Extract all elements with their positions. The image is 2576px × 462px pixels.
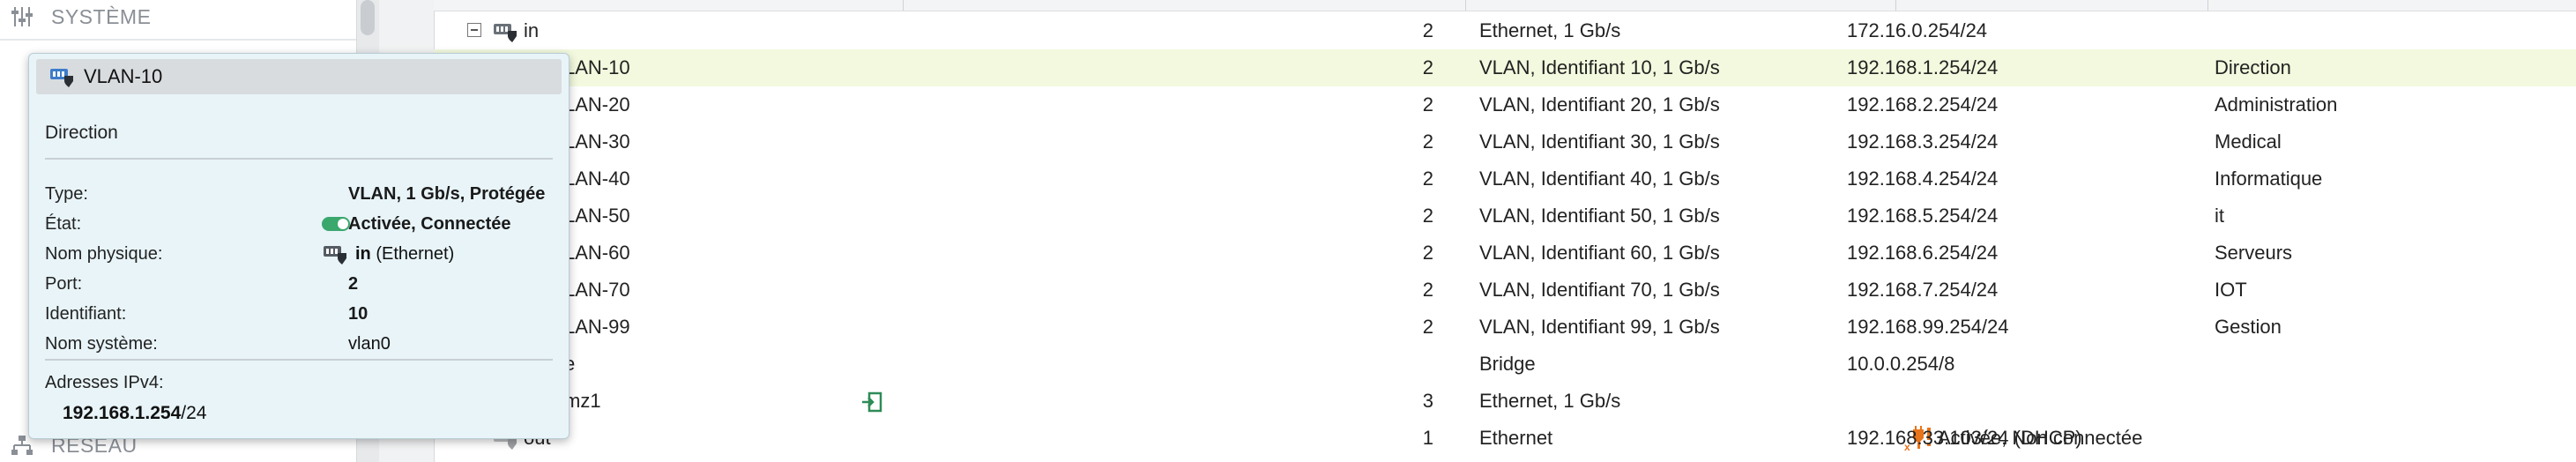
divider xyxy=(45,158,553,160)
interface-type: Bridge xyxy=(1479,353,1536,375)
interface-name: in xyxy=(524,19,540,41)
interface-ipv4: 192.168.6.254/24 xyxy=(1847,242,1999,264)
interface-port: 3 xyxy=(1422,390,1433,412)
tooltip-title: VLAN-10 xyxy=(84,65,163,87)
tooltip-type: Type: VLAN, 1 Gb/s, Protégée xyxy=(45,184,546,204)
interface-ipv4: 192.168.1.254/24 xyxy=(1847,56,1999,78)
interface-type: VLAN, Identifiant 50, 1 Gb/s xyxy=(1479,205,1720,227)
table-row[interactable]: LAN-70 2 VLAN, Identifiant 70, 1 Gb/s 192.1… xyxy=(434,272,2576,309)
interface-name: LAN-30 xyxy=(564,130,630,153)
interface-ipv4: 192.168.7.254/24 xyxy=(1847,279,1999,301)
interface-port: 2 xyxy=(1422,242,1433,264)
interface-comment: Informatique xyxy=(2215,168,2323,190)
interface-type: VLAN, Identifiant 10, 1 Gb/s xyxy=(1479,56,1720,78)
table-row[interactable]: LAN-30 2 VLAN, Identifiant 30, 1 Gb/s 192.1… xyxy=(434,123,2576,160)
vlan-icon xyxy=(50,69,73,87)
interface-type: Ethernet, 1 Gb/s xyxy=(1479,390,1621,412)
interface-ipv4: 192.168.33.103/24 (DHCP) xyxy=(1847,427,2082,449)
table-row[interactable]: LAN-20 2 VLAN, Identifiant 20, 1 Gb/s 192.1… xyxy=(434,86,2576,123)
interface-type: Ethernet, 1 Gb/s xyxy=(1479,19,1621,41)
divider xyxy=(0,39,356,41)
interface-type: VLAN, Identifiant 60, 1 Gb/s xyxy=(1479,242,1720,264)
interface-type: VLAN, Identifiant 70, 1 Gb/s xyxy=(1479,279,1720,301)
table-row[interactable]: LAN-60 2 VLAN, Identifiant 60, 1 Gb/s 192.1… xyxy=(434,235,2576,272)
column-separator[interactable] xyxy=(903,0,904,11)
interface-name: LAN-20 xyxy=(564,93,630,116)
tooltip-physical-name: Nom physique: in (Ethernet) xyxy=(45,244,455,265)
divider xyxy=(45,359,553,361)
interface-port: 2 xyxy=(1422,19,1433,41)
table-row[interactable]: LAN-10 2 VLAN, Identifiant 10, 1 Gb/s 192.1… xyxy=(434,49,2576,86)
interface-comment: Medical xyxy=(2215,130,2282,153)
table-row[interactable]: LAN-50 2 VLAN, Identifiant 50, 1 Gb/s 192.1… xyxy=(434,197,2576,235)
interface-name: mz1 xyxy=(564,390,601,412)
interface-name: LAN-70 xyxy=(564,279,630,301)
table-row[interactable]: LAN-40 2 VLAN, Identifiant 40, 1 Gb/s 192.1… xyxy=(434,160,2576,197)
tooltip-description: Direction xyxy=(45,123,118,143)
interface-comment: Direction xyxy=(2215,56,2291,78)
sliders-icon xyxy=(11,7,33,26)
interface-type: VLAN, Identifiant 30, 1 Gb/s xyxy=(1479,130,1720,153)
collapse-toggle-icon[interactable] xyxy=(467,23,481,37)
table-row[interactable]: in 2 Ethernet, 1 Gb/s 172.16.0.254/24 xyxy=(434,12,2576,49)
interface-name: LAN-10 xyxy=(564,56,630,78)
interface-ipv4: 172.16.0.254/24 xyxy=(1847,19,1988,41)
link-in-icon xyxy=(860,383,883,420)
toggle-on-icon xyxy=(322,217,350,231)
interface-name: LAN-50 xyxy=(564,205,630,227)
interface-port: 2 xyxy=(1422,130,1433,153)
interface-name: LAN-40 xyxy=(564,168,630,190)
interface-ipv4: 192.168.5.254/24 xyxy=(1847,205,1999,227)
tooltip-ipv4-label: Adresses IPv4: xyxy=(45,373,164,392)
interface-ipv4: 10.0.0.254/8 xyxy=(1847,353,1955,375)
sidebar-item-systeme[interactable]: SYSTÈME xyxy=(11,0,151,34)
interface-comment: Gestion xyxy=(2215,316,2282,338)
interface-comment: IOT xyxy=(2215,279,2247,301)
interface-port: 2 xyxy=(1422,168,1433,190)
interfaces-grid: in 2 Ethernet, 1 Gb/s 172.16.0.254/24 LAN-10… xyxy=(434,0,2576,462)
interface-ipv4: 192.168.99.254/24 xyxy=(1847,316,2009,338)
interface-name: LAN-99 xyxy=(564,316,630,338)
interface-port: 2 xyxy=(1422,279,1433,301)
tooltip-header: VLAN-10 xyxy=(36,59,562,94)
table-row[interactable]: LAN-99 2 VLAN, Identifiant 99, 1 Gb/s 192.1… xyxy=(434,309,2576,346)
interface-name: LAN-60 xyxy=(564,242,630,264)
table-row[interactable]: out1EthernetxActivée, Non connectée192.1… xyxy=(434,420,2576,457)
grid-header xyxy=(434,0,2576,11)
interface-port: 1 xyxy=(1422,427,1433,449)
interface-port: 2 xyxy=(1422,56,1433,78)
tooltip-identifier: Identifiant: 10 xyxy=(45,304,369,324)
interface-ipv4: 192.168.2.254/24 xyxy=(1847,93,1999,116)
tooltip-system-name: Nom système: vlan0 xyxy=(45,334,391,354)
column-separator[interactable] xyxy=(1895,0,1896,11)
column-separator[interactable] xyxy=(2207,0,2208,11)
tooltip-port: Port: 2 xyxy=(45,274,359,294)
interface-port: 2 xyxy=(1422,93,1433,116)
ethernet-protected-icon xyxy=(324,246,346,265)
interface-ipv4: 192.168.4.254/24 xyxy=(1847,168,1999,190)
interface-comment: Serveurs xyxy=(2215,242,2293,264)
interface-port: 2 xyxy=(1422,316,1433,338)
interface-type: VLAN, Identifiant 40, 1 Gb/s xyxy=(1479,168,1720,190)
column-separator[interactable] xyxy=(1465,0,1466,11)
interface-port: 2 xyxy=(1422,205,1433,227)
interface-type: VLAN, Identifiant 99, 1 Gb/s xyxy=(1479,316,1720,338)
interface-tooltip: VLAN-10 Direction Type: VLAN, 1 Gb/s, Pr… xyxy=(28,53,570,439)
interface-type: Ethernet xyxy=(1479,427,1553,449)
ethernet-icon xyxy=(492,12,518,49)
interface-type: VLAN, Identifiant 20, 1 Gb/s xyxy=(1479,93,1720,116)
table-row[interactable]: mz1 3 Ethernet, 1 Gb/s xyxy=(434,383,2576,420)
tooltip-state: État: Activée, Connectée xyxy=(45,214,511,234)
table-row[interactable]: e Bridge 10.0.0.254/8 xyxy=(434,346,2576,383)
interface-comment: Administration xyxy=(2215,93,2338,116)
sidebar-item-label: SYSTÈME xyxy=(51,4,152,28)
interface-ipv4: 192.168.3.254/24 xyxy=(1847,130,1999,153)
interface-port xyxy=(1398,346,1433,383)
tooltip-ipv4-value: 192.168.1.254/24 xyxy=(63,403,207,423)
interface-comment: it xyxy=(2215,205,2224,227)
scrollbar-thumb[interactable] xyxy=(361,0,375,35)
